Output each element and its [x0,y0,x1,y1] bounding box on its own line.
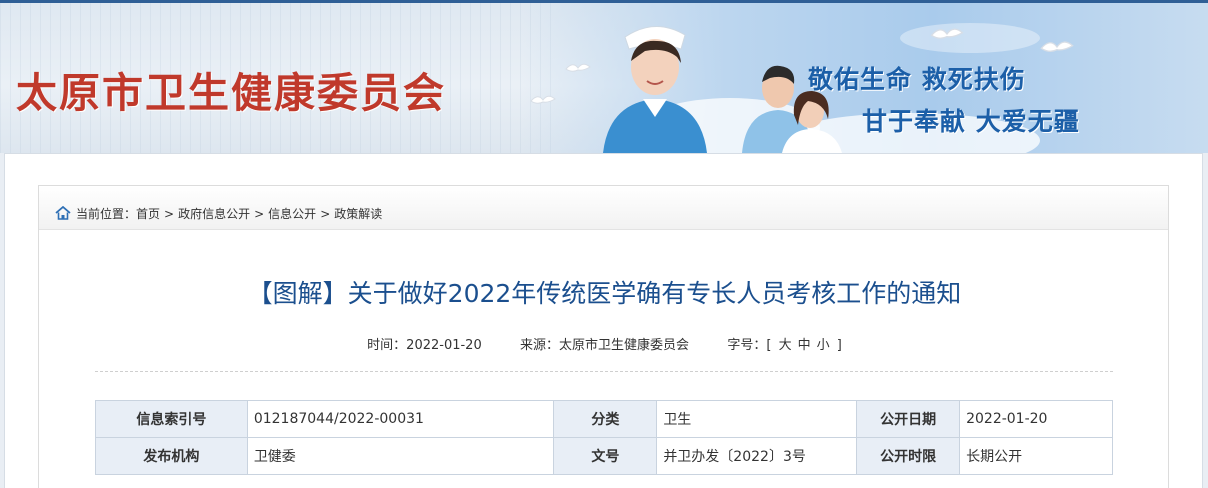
dove-icon [1040,41,1074,52]
disclosure-period-label: 公开时限 [856,437,961,475]
breadcrumb: 当前位置：首页 > 政府信息公开 > 信息公开 > 政策解读 [39,186,1168,230]
breadcrumb-prefix: 当前位置： [76,207,137,221]
site-title: 太原市卫生健康委员会 [16,69,446,117]
article-container: 当前位置：首页 > 政府信息公开 > 信息公开 > 政策解读 【图解】关于做好2022年传统… [38,185,1169,488]
font-size-large-link[interactable]: 大 [779,338,792,353]
nurse-figure-icon [603,26,707,153]
table-row: 信息索引号 012187044/2022-00031 分类 卫生 公开日期 20… [95,400,1113,438]
breadcrumb-separator: > [254,207,265,221]
font-size-bracket-close: ] [836,338,842,353]
category-value: 卫生 [656,400,858,438]
breadcrumb-separator: > [320,207,331,221]
index-number-label: 信息索引号 [95,400,248,438]
meta-divider [95,371,1113,372]
slogan-line-1: 敬佑生命 救死扶伤 [808,65,1026,94]
info-table: 信息索引号 012187044/2022-00031 分类 卫生 公开日期 20… [95,400,1113,475]
table-row: 发布机构 卫健委 文号 并卫办发〔2022〕3号 公开时限 长期公开 [95,437,1113,475]
disclosure-period-value: 长期公开 [959,437,1113,475]
font-size-label: 字号： [727,338,767,353]
dove-icon [930,28,964,39]
document-number-value: 并卫办发〔2022〕3号 [656,437,858,475]
dove-icon [530,95,556,104]
dove-icon [565,63,591,72]
home-icon [55,206,71,220]
font-size-small-link[interactable]: 小 [817,338,830,353]
index-number-value: 012187044/2022-00031 [246,400,555,438]
font-size-switcher: 字号：[ 大中小 ] [727,338,842,353]
font-size-medium-link[interactable]: 中 [798,338,811,353]
time-value: 2022-01-20 [406,338,482,353]
breadcrumb-home-link[interactable]: 首页 [136,207,160,221]
document-number-label: 文号 [553,437,658,475]
breadcrumb-separator: > [164,207,175,221]
breadcrumb-policy-link[interactable]: 政策解读 [334,207,382,221]
breadcrumb-info-public-link[interactable]: 信息公开 [268,207,316,221]
breadcrumb-gov-info-link[interactable]: 政府信息公开 [178,207,250,221]
site-banner: 太原市卫生健康委员会 敬佑生命 救死扶伤 甘于奉献 大爱无疆 [0,3,1208,153]
cloud-shape [900,23,1040,53]
article-meta: 时间：2022-01-20 来源：太原市卫生健康委员会 字号：[ 大中小 ] [39,334,1170,353]
font-size-bracket-open: [ [766,338,772,353]
time-label: 时间： [367,338,407,353]
slogan-line-2: 甘于奉献 大爱无疆 [862,107,1080,136]
category-label: 分类 [553,400,658,438]
publisher-label: 发布机构 [95,437,248,475]
article-title: 【图解】关于做好2022年传统医学确有专长人员考核工作的通知 [247,279,962,308]
source-label: 来源： [520,338,560,353]
publish-date-value: 2022-01-20 [959,400,1113,438]
publisher-value: 卫健委 [246,437,555,475]
publish-date-label: 公开日期 [856,400,961,438]
source-value: 太原市卫生健康委员会 [559,338,690,353]
